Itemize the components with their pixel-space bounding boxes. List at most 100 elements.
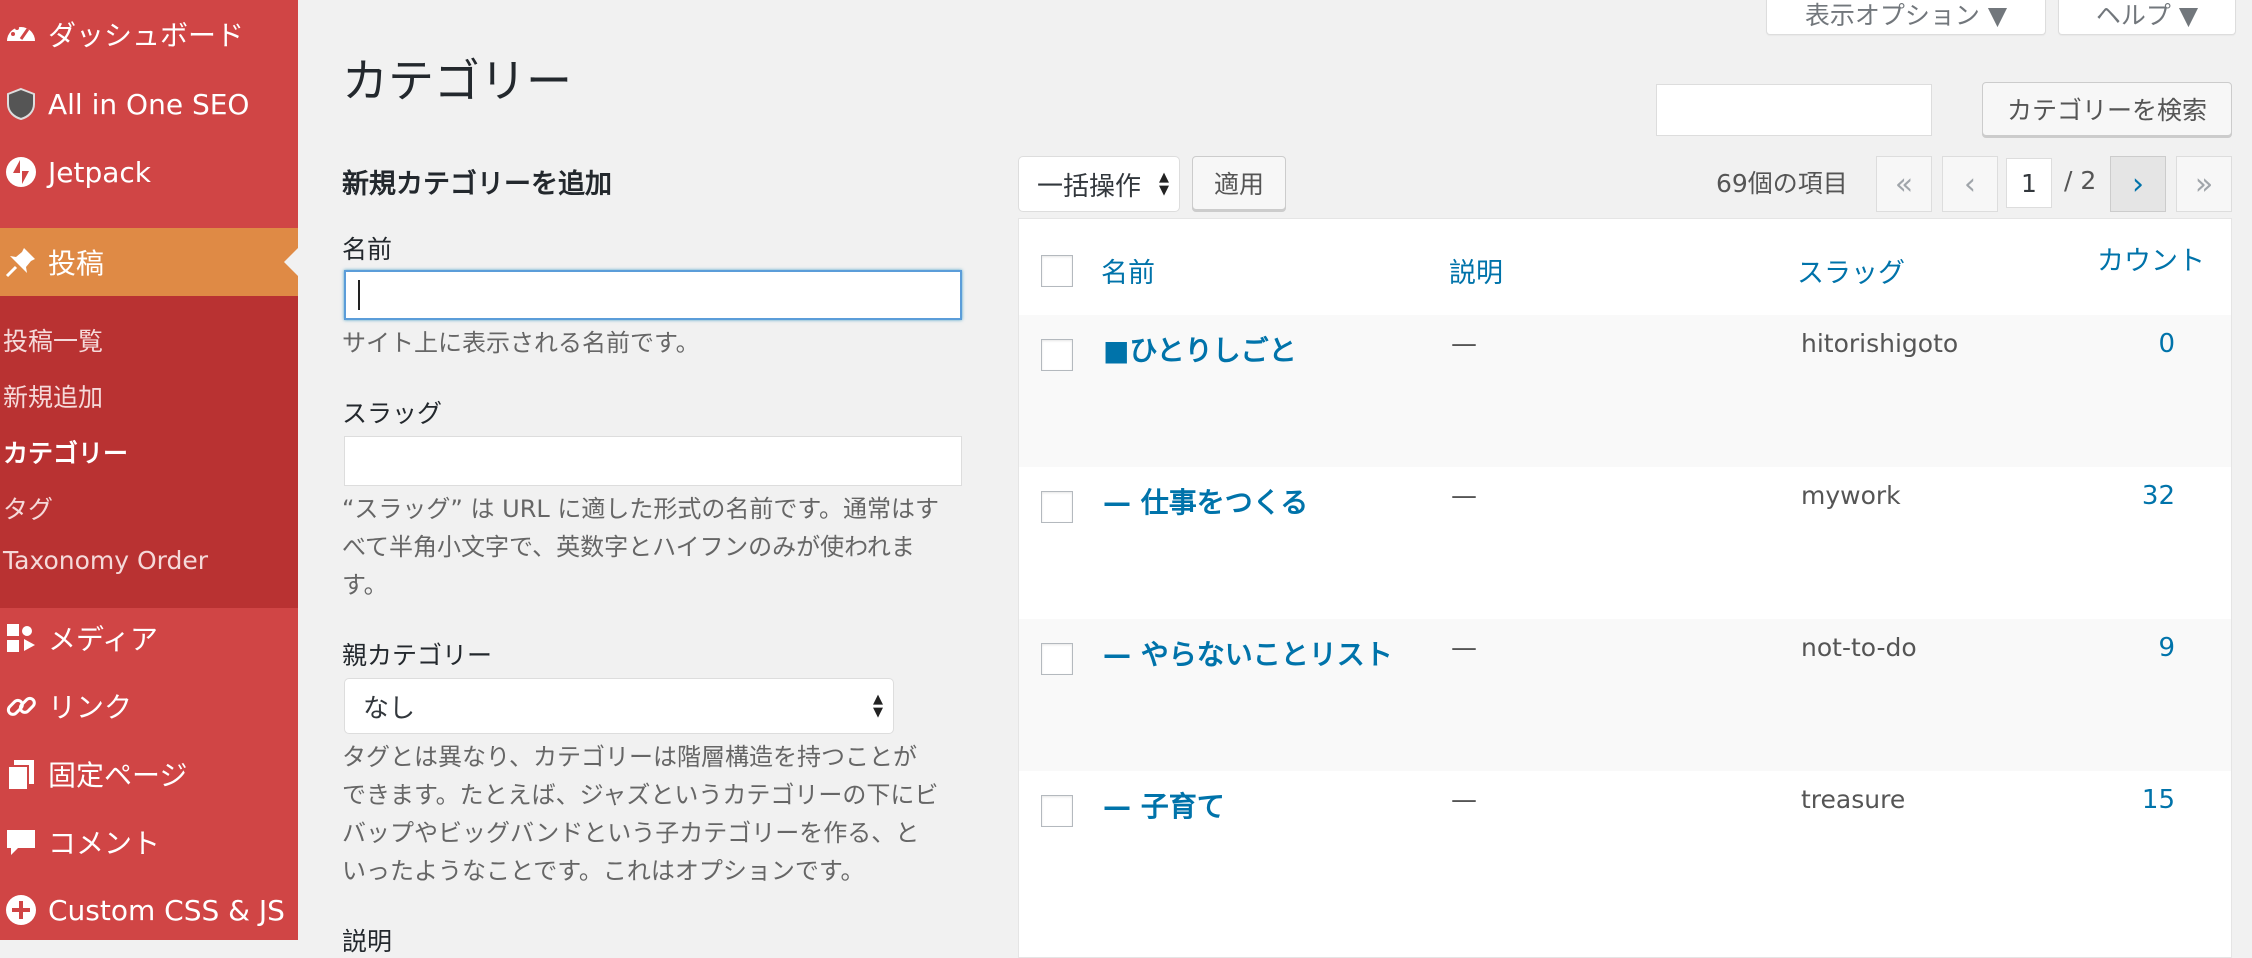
category-description: — bbox=[1451, 329, 1477, 359]
table-row: — 子育て — treasure 15 bbox=[1019, 771, 2231, 923]
admin-sidebar: ダッシュボード All in One SEO Jetpack 投稿 投稿一覧 新… bbox=[0, 0, 298, 940]
search-categories-button[interactable]: カテゴリーを検索 bbox=[1982, 82, 2232, 136]
select-arrows-icon: ▲ ▼ bbox=[873, 692, 883, 720]
parent-category-description: タグとは異なり、カテゴリーは階層構造を持つことが できます。たとえば、ジャズとい… bbox=[342, 738, 938, 890]
menu-jetpack[interactable]: Jetpack bbox=[0, 138, 298, 206]
total-pages: / 2 bbox=[2064, 166, 2097, 195]
category-name-field[interactable] bbox=[344, 270, 962, 320]
bulk-action-value: 一括操作 bbox=[1037, 171, 1142, 202]
row-checkbox[interactable] bbox=[1041, 795, 1073, 827]
category-count-link[interactable]: 15 bbox=[2019, 785, 2175, 815]
menu-pages[interactable]: 固定ページ bbox=[0, 740, 298, 808]
column-header-count[interactable]: カウント bbox=[2097, 239, 2205, 278]
menu-all-in-one-seo[interactable]: All in One SEO bbox=[0, 70, 298, 138]
next-page-button[interactable]: › bbox=[2110, 156, 2166, 212]
name-label: 名前 bbox=[342, 235, 393, 264]
submenu-tags[interactable]: タグ bbox=[3, 490, 53, 526]
screen-options-button[interactable]: 表示オプション ▼ bbox=[1766, 0, 2046, 35]
menu-label: 投稿 bbox=[48, 247, 105, 280]
slug-description-line: べて半角小文字で、英数字とハイフンのみが使われま bbox=[342, 533, 915, 561]
category-slug: not-to-do bbox=[1801, 633, 1917, 662]
page-title: カテゴリー bbox=[342, 53, 572, 108]
bulk-action-select[interactable]: 一括操作 ▲ ▼ bbox=[1018, 156, 1180, 212]
category-description: — bbox=[1451, 633, 1477, 663]
shield-icon bbox=[0, 79, 46, 129]
menu-custom-css-js[interactable]: Custom CSS & JS bbox=[0, 876, 298, 944]
row-checkbox[interactable] bbox=[1041, 339, 1073, 371]
row-checkbox[interactable] bbox=[1041, 643, 1073, 675]
parent-description-line: できます。たとえば、ジャズというカテゴリーの下にビ bbox=[342, 781, 939, 809]
category-name-link[interactable]: ■ひとりしごと bbox=[1103, 329, 1297, 369]
submenu-categories[interactable]: カテゴリー bbox=[3, 434, 128, 470]
description-label: 説明 bbox=[342, 927, 393, 956]
slug-description-line: “スラッグ” は URL に適した形式の名前です。通常はす bbox=[342, 495, 939, 523]
parent-category-select[interactable]: なし ▲ ▼ bbox=[344, 678, 894, 734]
prev-page-button: ‹ bbox=[1942, 156, 1998, 212]
media-icon bbox=[0, 613, 46, 663]
menu-label: All in One SEO bbox=[48, 87, 250, 121]
menu-label: コメント bbox=[48, 827, 161, 860]
pin-icon bbox=[0, 237, 46, 287]
category-slug: hitorishigoto bbox=[1801, 329, 1959, 358]
table-header: 名前 説明 スラッグ カウント bbox=[1019, 219, 2231, 316]
text-caret bbox=[358, 280, 360, 310]
pages-icon bbox=[0, 749, 46, 799]
menu-label: Jetpack bbox=[48, 155, 152, 189]
menu-dashboard[interactable]: ダッシュボード bbox=[0, 0, 298, 68]
current-page-input[interactable]: 1 bbox=[2006, 158, 2052, 208]
column-header-slug[interactable]: スラッグ bbox=[1797, 251, 1905, 290]
menu-label: ダッシュボード bbox=[48, 19, 245, 52]
category-count-link[interactable]: 0 bbox=[2019, 329, 2175, 359]
menu-links[interactable]: リンク bbox=[0, 672, 298, 740]
items-count: 69個の項目 bbox=[1716, 169, 1848, 198]
slug-description: “スラッグ” は URL に適した形式の名前です。通常はす べて半角小文字で、英… bbox=[342, 490, 939, 604]
apply-button[interactable]: 適用 bbox=[1192, 156, 1286, 210]
slug-label: スラッグ bbox=[342, 399, 443, 428]
parent-description-line: バップやビッグバンドという子カテゴリーを作る、と bbox=[342, 819, 920, 847]
menu-label: メディア bbox=[48, 623, 159, 656]
category-search-input[interactable] bbox=[1656, 84, 1932, 136]
menu-label: Custom CSS & JS bbox=[48, 893, 285, 927]
slug-description-line: す。 bbox=[342, 571, 388, 599]
add-category-heading: 新規カテゴリーを追加 bbox=[342, 169, 612, 200]
parent-category-value: なし bbox=[363, 693, 416, 724]
category-slug: treasure bbox=[1801, 785, 1906, 814]
column-header-name[interactable]: 名前 bbox=[1101, 251, 1155, 290]
submenu-add-new[interactable]: 新規追加 bbox=[3, 378, 103, 414]
menu-label: 固定ページ bbox=[48, 759, 188, 792]
last-page-button: » bbox=[2176, 156, 2232, 212]
category-description: — bbox=[1451, 785, 1477, 815]
parent-category-label: 親カテゴリー bbox=[342, 641, 493, 670]
menu-posts[interactable]: 投稿 bbox=[0, 228, 298, 296]
table-row: — 仕事をつくる — mywork 32 bbox=[1019, 467, 2231, 619]
table-row: ■ひとりしごと — hitorishigoto 0 bbox=[1019, 315, 2231, 467]
category-name-link[interactable]: — 子育て bbox=[1103, 785, 1225, 825]
category-name-link[interactable]: — やらないことリスト bbox=[1103, 633, 1393, 673]
posts-submenu: 投稿一覧 新規追加 カテゴリー タグ Taxonomy Order bbox=[0, 296, 298, 608]
category-count-link[interactable]: 9 bbox=[2019, 633, 2175, 663]
row-checkbox[interactable] bbox=[1041, 491, 1073, 523]
link-icon bbox=[0, 681, 46, 731]
category-slug: mywork bbox=[1801, 481, 1901, 510]
select-all-checkbox[interactable] bbox=[1041, 255, 1073, 287]
category-slug-field[interactable] bbox=[344, 436, 962, 486]
menu-label: リンク bbox=[48, 691, 133, 724]
category-count-link[interactable]: 32 bbox=[2019, 481, 2175, 511]
category-name-link[interactable]: — 仕事をつくる bbox=[1103, 481, 1308, 521]
jetpack-icon bbox=[0, 147, 46, 197]
plus-circle-icon bbox=[0, 885, 46, 935]
comment-icon bbox=[0, 817, 46, 867]
category-description: — bbox=[1451, 481, 1477, 511]
categories-table: 名前 説明 スラッグ カウント ■ひとりしごと — hitorishigoto … bbox=[1018, 218, 2232, 958]
menu-comments[interactable]: コメント bbox=[0, 808, 298, 876]
column-header-description: 説明 bbox=[1449, 258, 1503, 289]
table-row: — やらないことリスト — not-to-do 9 bbox=[1019, 619, 2231, 771]
parent-description-line: いったようなことです。これはオプションです。 bbox=[342, 857, 865, 885]
menu-media[interactable]: メディア bbox=[0, 604, 298, 672]
dashboard-icon bbox=[0, 9, 46, 59]
submenu-all-posts[interactable]: 投稿一覧 bbox=[3, 322, 103, 358]
parent-description-line: タグとは異なり、カテゴリーは階層構造を持つことが bbox=[342, 743, 918, 771]
select-arrows-icon: ▲ ▼ bbox=[1159, 170, 1169, 198]
submenu-taxonomy-order[interactable]: Taxonomy Order bbox=[3, 546, 208, 575]
help-button[interactable]: ヘルプ ▼ bbox=[2058, 0, 2236, 35]
